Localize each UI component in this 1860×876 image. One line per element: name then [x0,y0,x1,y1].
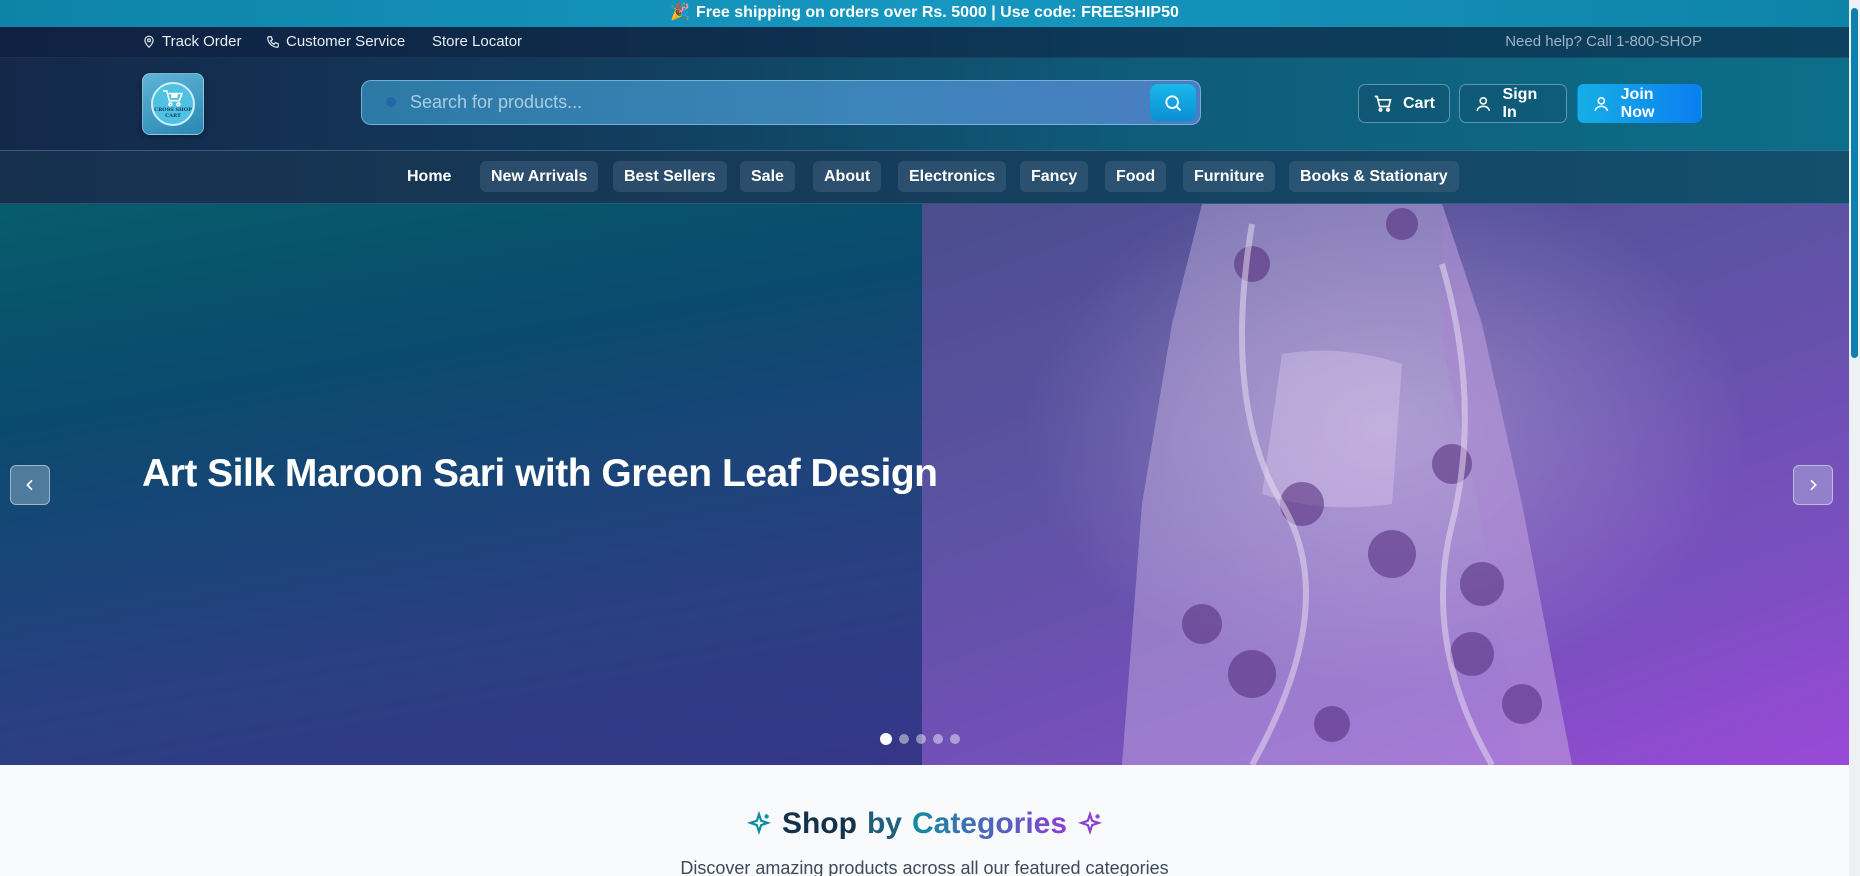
carousel-prev-button[interactable] [10,465,50,505]
carousel-dot[interactable] [950,734,960,744]
categories-title-by: by [866,807,902,840]
search-bar [361,80,1201,125]
shopping-cart-logo-icon [163,89,184,107]
nav-item-books-stationary[interactable]: Books & Stationary [1289,161,1459,192]
track-order-link[interactable]: Track Order [142,33,241,50]
party-icon: 🎉 [670,4,691,21]
promo-text: Free shipping on orders over Rs. 5000 | … [696,4,1179,21]
page-scrollbar-thumb[interactable] [1851,8,1858,358]
nav-item-food[interactable]: Food [1105,161,1167,192]
site-header: Track Order Customer Service Store Locat… [0,27,1849,204]
nav-item-about[interactable]: About [813,161,882,192]
logo-text-line2: CART [165,113,181,119]
search-input[interactable] [410,81,1110,124]
nav-item-furniture[interactable]: Furniture [1183,161,1276,192]
nav-item-best-sellers[interactable]: Best Sellers [613,161,727,192]
carousel-next-button[interactable] [1793,465,1833,505]
user-plus-icon [1594,96,1609,111]
categories-title: Shop by Categories [0,807,1849,841]
nav-item-fancy[interactable]: Fancy [1020,161,1089,192]
location-pin-icon [144,35,154,48]
nav-item-home[interactable]: Home [396,161,462,192]
customer-service-label: Customer Service [286,33,406,50]
hero-image [922,204,1849,765]
store-locator-label: Store Locator [432,33,523,50]
carousel-dots [880,733,960,745]
hero-carousel: Art Silk Maroon Sari with Green Leaf Des… [0,204,1849,765]
customer-service-link[interactable]: Customer Service [266,33,405,50]
nav-item-new-arrivals[interactable]: New Arrivals [480,161,599,192]
promo-banner: 🎉 Free shipping on orders over Rs. 5000 |… [0,0,1849,27]
join-now-label: Join Now [1620,85,1655,121]
chevron-right-icon [1810,479,1817,491]
phone-icon [267,35,279,48]
sparkle-icon [1077,811,1103,836]
sparkle-icon [746,811,772,836]
sign-in-label: Sign In [1502,85,1538,121]
track-order-label: Track Order [162,33,242,50]
user-icon [1476,96,1491,111]
hero-title: Art Silk Maroon Sari with Green Leaf Des… [142,452,938,495]
categories-subtitle: Discover amazing products across all our… [680,858,1169,876]
category-nav: Home New Arrivals Best Sellers Sale Abou… [0,150,1849,204]
cart-label: Cart [1402,94,1435,112]
help-text: Need help? Call 1-800-SHOP [1505,33,1702,50]
carousel-dot[interactable] [899,734,909,744]
categories-section: Shop by Categories Discover amazing prod… [0,765,1849,876]
carousel-dot[interactable] [916,734,926,744]
sign-in-button[interactable]: Sign In [1459,84,1567,123]
search-button[interactable] [1150,84,1196,121]
sari-model-illustration [1122,204,1572,765]
search-indicator-icon [386,97,396,107]
cart-icon [1374,95,1392,112]
search-icon [1165,94,1182,111]
site-logo[interactable]: CROSS SHOP CART [142,73,204,135]
store-locator-link[interactable]: Store Locator [432,33,522,50]
nav-item-electronics[interactable]: Electronics [898,161,1007,192]
categories-title-shop: Shop [781,807,857,840]
categories-title-categories: Categories [911,807,1068,840]
utility-bar: Track Order Customer Service Store Locat… [0,27,1849,58]
nav-item-sale[interactable]: Sale [740,161,795,192]
chevron-left-icon [26,479,33,491]
logo-badge: CROSS SHOP CART [151,82,195,126]
carousel-dot[interactable] [880,733,892,745]
join-now-button[interactable]: Join Now [1577,84,1702,123]
carousel-dot[interactable] [933,734,943,744]
cart-button[interactable]: Cart [1358,84,1450,123]
